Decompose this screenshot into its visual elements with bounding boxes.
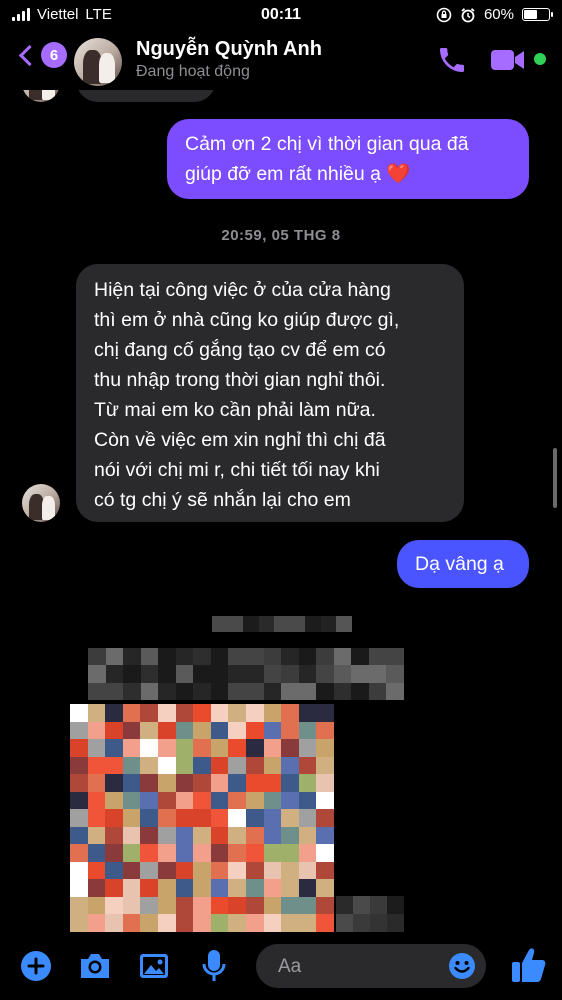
plus-icon[interactable] xyxy=(20,950,52,982)
status-bar: Viettel LTE 00:11 60% xyxy=(0,0,562,30)
message-line: có tg chị ý sẽ nhắn lại cho em xyxy=(94,489,351,511)
chat-header: 6 Nguyễn Quỳnh Anh Đang hoạt động xyxy=(0,30,562,90)
thumbs-up-icon[interactable] xyxy=(510,946,546,984)
message-input[interactable] xyxy=(276,944,430,990)
message-line: nói với chị mi r, chi tiết tối nay khi xyxy=(94,459,380,481)
message-text: Dạ vâng ạ xyxy=(415,553,504,575)
camera-icon[interactable] xyxy=(78,950,112,982)
previous-message-bubble[interactable] xyxy=(76,90,216,102)
status-right: 60% xyxy=(436,6,553,23)
scrollbar[interactable] xyxy=(553,448,557,508)
message-input-field[interactable] xyxy=(256,944,486,990)
emoji-icon[interactable] xyxy=(448,952,476,980)
contact-name[interactable]: Nguyễn Quỳnh Anh xyxy=(136,38,322,61)
message-line: Từ mai em ko cần phải làm nữa. xyxy=(94,399,376,421)
chevron-left-icon xyxy=(18,44,41,66)
rotation-lock-icon xyxy=(436,7,452,22)
heart-emoji: ❤️ xyxy=(386,163,411,185)
battery-percent: 60% xyxy=(483,6,514,23)
sent-message-bubble[interactable]: Cảm ơn 2 chị vì thời gian qua đã giúp đỡ… xyxy=(167,119,529,199)
message-line: giúp đỡ em rất nhiều ạ xyxy=(185,163,381,185)
blurred-fragment xyxy=(336,896,404,932)
message-line: chị đang cố gắng tạo cv để em có xyxy=(94,339,386,361)
message-line: thu nhập trong thời gian nghỉ thôi. xyxy=(94,369,386,391)
phone-icon[interactable] xyxy=(436,44,468,76)
message-line: Hiện tại công việc ở của cửa hàng xyxy=(94,279,391,301)
composer-bar xyxy=(0,932,562,1000)
video-call-icon[interactable] xyxy=(490,48,526,72)
image-icon[interactable] xyxy=(138,950,170,982)
message-line-with-emoji: giúp đỡ em rất nhiều ạ ❤️ xyxy=(185,159,529,189)
battery-icon xyxy=(522,8,553,21)
blurred-shared-image[interactable] xyxy=(70,704,334,932)
contact-avatar[interactable] xyxy=(74,38,122,86)
message-thread[interactable]: Cảm ơn 2 chị vì thời gian qua đã giúp đỡ… xyxy=(0,90,562,932)
sent-message-bubble[interactable]: Dạ vâng ạ xyxy=(397,540,529,588)
message-line: thì em ở nhà cũng ko giúp được gì, xyxy=(94,309,400,331)
blurred-timestamp xyxy=(212,616,352,632)
message-line: Cảm ơn 2 chị vì thời gian qua đã xyxy=(185,133,469,155)
presence-status: Đang hoạt động xyxy=(136,63,250,80)
back-button[interactable]: 6 xyxy=(18,42,67,68)
microphone-icon[interactable] xyxy=(200,948,228,984)
alarm-icon xyxy=(461,7,475,22)
blurred-caption xyxy=(88,648,404,700)
online-indicator xyxy=(534,53,546,65)
unread-badge: 6 xyxy=(41,42,67,68)
contact-avatar-small[interactable] xyxy=(22,484,60,522)
contact-avatar-small[interactable] xyxy=(22,90,60,102)
received-message-bubble[interactable]: Hiện tại công việc ở của cửa hàng thì em… xyxy=(76,264,464,522)
message-timestamp: 20:59, 05 THG 8 xyxy=(221,227,341,244)
message-line: Còn về việc em xin nghỉ thì chị đã xyxy=(94,429,386,451)
